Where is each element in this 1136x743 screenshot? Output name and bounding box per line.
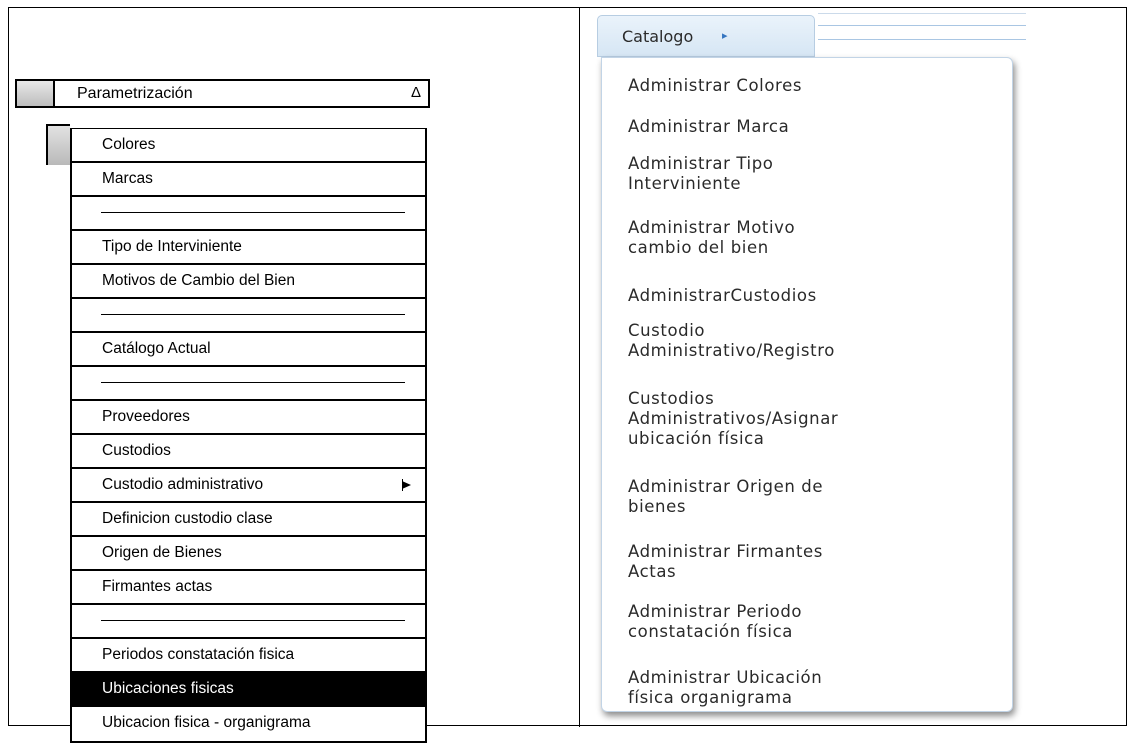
catalogo-menu-item[interactable]: Administrar Marca bbox=[628, 117, 1008, 137]
left-menu-item-label: Firmantes actas bbox=[102, 578, 213, 595]
menu-separator bbox=[72, 299, 425, 333]
left-menu-header[interactable]: Parametrización Δ bbox=[15, 79, 430, 108]
left-menu-item[interactable]: Origen de Bienes bbox=[72, 537, 425, 571]
catalogo-menu-item-text: Administrar Tipo bbox=[628, 154, 774, 173]
menu-separator bbox=[72, 197, 425, 231]
catalogo-menu-item-text: Administrar Ubicación bbox=[628, 668, 823, 687]
catalogo-menu-item-text: Administrar Colores bbox=[628, 76, 803, 95]
left-menu-item-label: Catálogo Actual bbox=[102, 340, 211, 357]
catalogo-menu-item[interactable]: Administrar Motivo cambio del bien bbox=[628, 218, 1008, 258]
left-menu-item[interactable]: Ubicacion fisica - organigrama bbox=[72, 707, 425, 741]
catalogo-tab-label: Catalogo bbox=[622, 27, 694, 46]
separator-line bbox=[101, 212, 405, 213]
left-menu-item-label: Origen de Bienes bbox=[102, 544, 222, 561]
left-menu-item-label: Custodios bbox=[102, 442, 171, 459]
left-menu-item-label: Periodos constatación fisica bbox=[102, 646, 295, 663]
catalogo-menu-item[interactable]: AdministrarCustodios bbox=[628, 286, 1008, 306]
left-menu-item[interactable]: Periodos constatación fisica bbox=[72, 639, 425, 673]
catalogo-menu-item-text: Administrar Firmantes bbox=[628, 542, 823, 561]
left-menu-item[interactable]: Custodios bbox=[72, 435, 425, 469]
left-menu-item-label: Marcas bbox=[102, 170, 153, 187]
catalogo-menu-item-text: Administrativo/Registro bbox=[628, 341, 835, 360]
collapse-triangle-icon[interactable]: Δ bbox=[411, 84, 421, 101]
left-menu-list: Colores Marcas Tipo de Interviniente Motivo… bbox=[70, 128, 427, 743]
left-menu-item-label: Ubicacion fisica - organigrama bbox=[102, 714, 311, 731]
left-menu-item-label: Custodio administrativo bbox=[102, 476, 264, 493]
catalogo-dropdown-panel: Administrar Colores Administrar Marca Admi… bbox=[601, 57, 1013, 712]
left-menu-item-label: Motivos de Cambio del Bien bbox=[102, 272, 295, 289]
left-menu-item[interactable]: Firmantes actas bbox=[72, 571, 425, 605]
catalogo-menu-item-text: Interviniente bbox=[628, 174, 742, 193]
catalogo-menu-item[interactable]: Administrar Periodo constatación física bbox=[628, 602, 1008, 642]
catalogo-menu-item[interactable]: Administrar Origen de bienes bbox=[628, 477, 1008, 517]
catalogo-menu-item-text: Administrativos/Asignar bbox=[628, 409, 839, 428]
left-menu-item-label: Ubicaciones fisicas bbox=[102, 680, 234, 697]
menu-separator bbox=[72, 605, 425, 639]
catalogo-menu-item-text: Actas bbox=[628, 562, 677, 581]
catalogo-menu-item[interactable]: Administrar Colores bbox=[628, 76, 1008, 96]
catalogo-menu-item[interactable]: Administrar Tipo Interviniente bbox=[628, 154, 1008, 194]
left-menu-item[interactable]: Tipo de Interviniente bbox=[72, 231, 425, 265]
separator-line bbox=[101, 382, 405, 383]
catalogo-menu-item-text: Custodios bbox=[628, 389, 715, 408]
catalogo-menu-item-text: bienes bbox=[628, 497, 687, 516]
catalogo-menu-item-text: AdministrarCustodios bbox=[628, 286, 817, 305]
left-menu-item[interactable]: Ubicaciones fisicas bbox=[72, 673, 425, 707]
left-menu-item[interactable]: Colores bbox=[72, 129, 425, 163]
catalogo-menu-item-text: Administrar Marca bbox=[628, 117, 790, 136]
catalogo-menu-item-text: constatación física bbox=[628, 622, 793, 641]
left-menu-title: Parametrización bbox=[77, 85, 193, 102]
left-menu-item-label: Colores bbox=[102, 136, 156, 153]
left-menu-item[interactable]: Definicion custodio clase bbox=[72, 503, 425, 537]
catalogo-menu-item[interactable]: Administrar Ubicación física organigrama bbox=[628, 668, 1008, 708]
catalogo-menu-item-text: cambio del bien bbox=[628, 238, 769, 257]
menubar-rule bbox=[818, 39, 1026, 40]
catalogo-menu-tab[interactable]: Catalogo ▸ bbox=[597, 15, 815, 57]
submenu-play-icon: ▸ bbox=[722, 29, 728, 42]
catalogo-menu-item[interactable]: Custodios Administrativos/Asignar ubicació… bbox=[628, 389, 1008, 449]
menu-tab-handle bbox=[17, 81, 55, 106]
catalogo-menu-item-text: Administrar Origen de bbox=[628, 477, 824, 496]
catalogo-menu-item-text: física organigrama bbox=[628, 688, 793, 707]
submenu-tab-handle bbox=[46, 124, 70, 165]
catalogo-menu-item[interactable]: Administrar Firmantes Actas bbox=[628, 542, 1008, 582]
catalogo-menu-item-text: Administrar Periodo bbox=[628, 602, 803, 621]
left-menu-item[interactable]: Catálogo Actual bbox=[72, 333, 425, 367]
left-menu-item[interactable]: Custodio administrativo bbox=[72, 469, 425, 503]
left-menu-item[interactable]: Marcas bbox=[72, 163, 425, 197]
menubar-rule bbox=[818, 13, 1026, 14]
catalogo-menu-item-text: Custodio bbox=[628, 321, 706, 340]
column-divider bbox=[579, 8, 580, 727]
left-menu-item[interactable]: Proveedores bbox=[72, 401, 425, 435]
left-menu-item[interactable]: Motivos de Cambio del Bien bbox=[72, 265, 425, 299]
catalogo-menu-item-text: Administrar Motivo bbox=[628, 218, 796, 237]
left-menu-item-label: Proveedores bbox=[102, 408, 190, 425]
separator-line bbox=[101, 314, 405, 315]
left-menu-item-label: Tipo de Interviniente bbox=[102, 238, 242, 255]
menu-separator bbox=[72, 367, 425, 401]
separator-line bbox=[101, 620, 405, 621]
submenu-flag-icon bbox=[402, 479, 411, 491]
catalogo-menu-item[interactable]: Custodio Administrativo/Registro bbox=[628, 321, 1008, 361]
left-menu-item-label: Definicion custodio clase bbox=[102, 510, 273, 527]
menubar-rule bbox=[818, 25, 1026, 26]
catalogo-menu-item-text: ubicación física bbox=[628, 429, 765, 448]
